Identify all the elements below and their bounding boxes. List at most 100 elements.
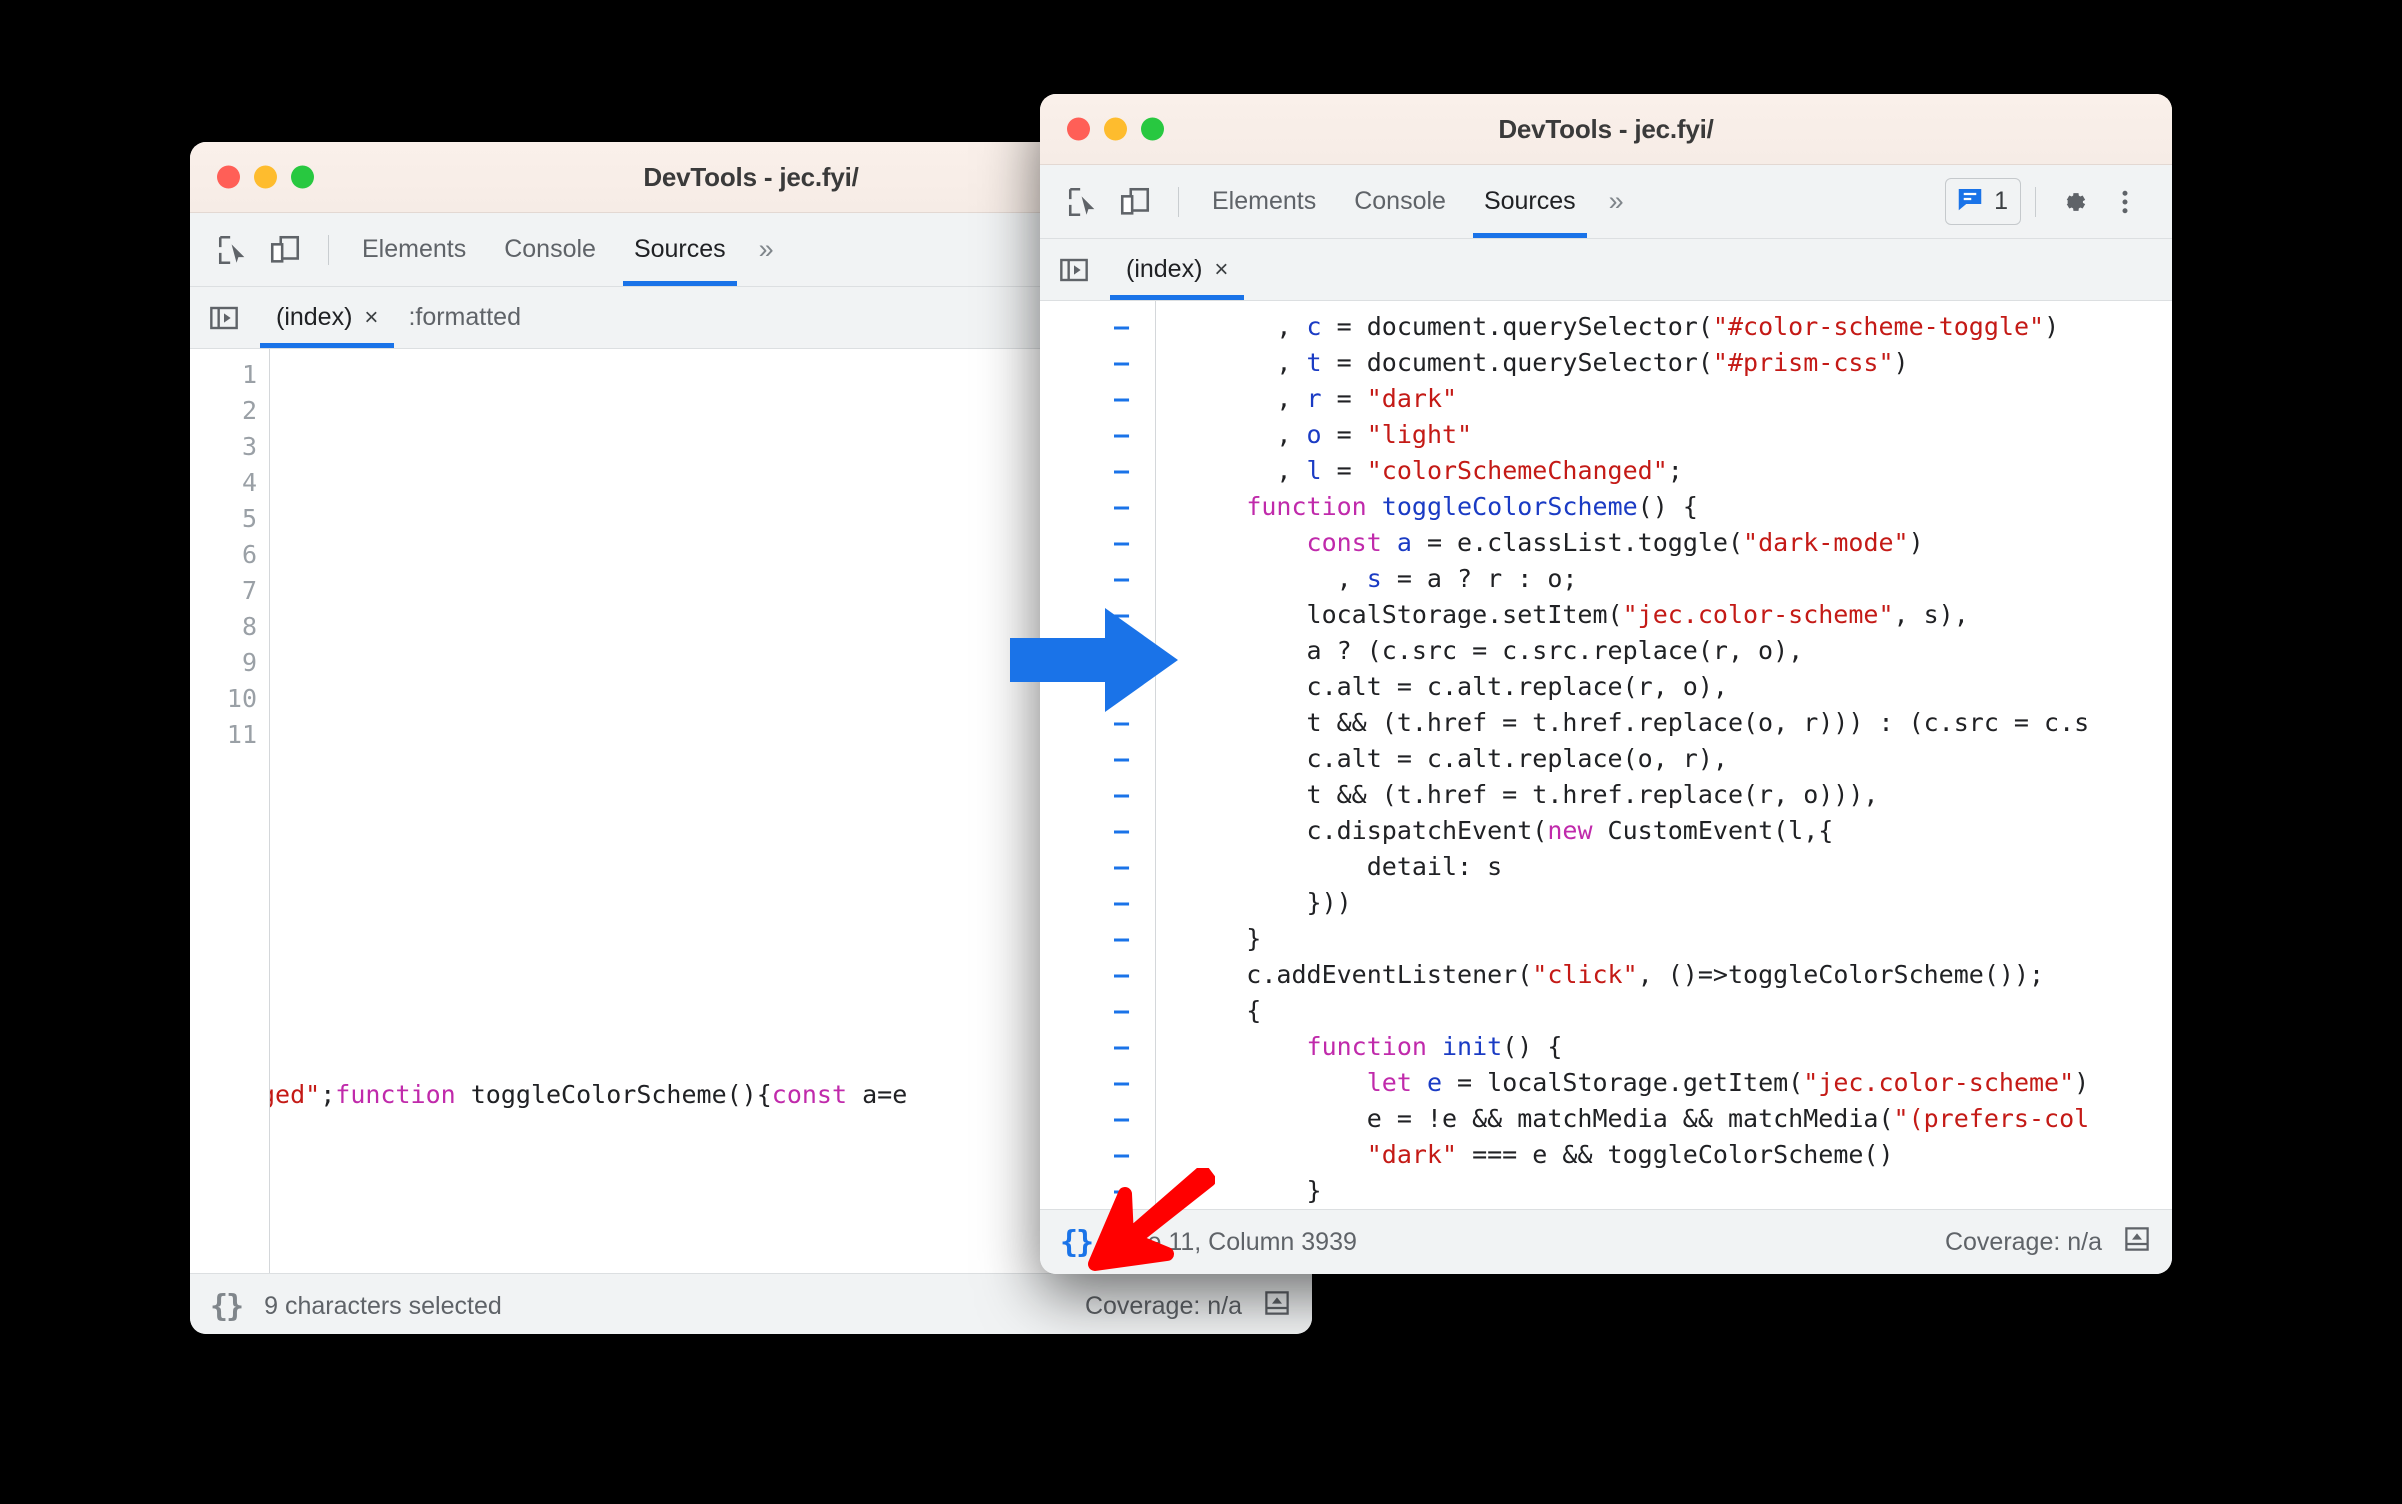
screenshot-stage: DevTools - jec.fyi/ Elements Console Sou… (0, 0, 2402, 1504)
kebab-menu-icon[interactable] (2102, 179, 2148, 225)
more-panels-chevron-icon[interactable]: » (1595, 186, 1638, 217)
tab-console[interactable]: Console (1335, 165, 1465, 238)
pretty-print-button[interactable]: {} (1060, 1225, 1094, 1260)
source-tab-index[interactable]: (index) × (260, 287, 395, 348)
code-line[interactable]: t && (t.href = t.href.replace(o, r))) : … (1156, 705, 2172, 741)
code-line[interactable]: a ? (c.src = c.src.replace(r, o), (1156, 633, 2172, 669)
code-line[interactable]: const a = e.classList.toggle("dark-mode"… (1156, 525, 2172, 561)
titlebar-front: DevTools - jec.fyi/ (1040, 94, 2172, 165)
source-tab-label: (index) (1126, 255, 1203, 283)
devtools-toolbar-front: Elements Console Sources » 1 (1040, 165, 2172, 239)
gutter-dash-10: – (1113, 672, 1129, 701)
tab-sources[interactable]: Sources (1465, 165, 1595, 238)
traffic-lights-front[interactable] (1067, 117, 1164, 141)
tab-elements[interactable]: Elements (343, 213, 485, 286)
formatted-line-gutter-front: ––––––––––––––––––––––––––– (1040, 301, 1156, 1209)
code-line[interactable]: , t = document.querySelector("#prism-css… (1156, 345, 2172, 381)
panel-tabs-back[interactable]: Elements Console Sources » (343, 213, 788, 286)
cursor-position-text: Line 11, Column 3939 (1114, 1228, 1357, 1256)
minimize-window-button[interactable] (1104, 117, 1127, 141)
gutter-dash-6: – (1113, 528, 1129, 557)
code-line[interactable]: c.alt = c.alt.replace(o, r), (1156, 741, 2172, 777)
gutter-dash-22: – (1113, 1104, 1129, 1133)
gutter-dash-15: – (1113, 852, 1129, 881)
code-line[interactable]: let e = localStorage.getItem("jec.color-… (1156, 1065, 2172, 1101)
gutter-dash-14: – (1113, 816, 1129, 845)
drawer-expand-icon[interactable] (1262, 1288, 1292, 1325)
gutter-dash-9: – (1113, 636, 1129, 665)
tab-sources[interactable]: Sources (615, 213, 745, 286)
gear-icon[interactable] (2050, 179, 2096, 225)
console-message-count: 1 (1994, 187, 2008, 215)
statusbar-front: {} Line 11, Column 3939 Coverage: n/a (1040, 1209, 2172, 1274)
device-toolbar-icon[interactable] (262, 227, 308, 273)
console-message-icon (1955, 184, 1985, 219)
devtools-window-front[interactable]: DevTools - jec.fyi/ Elements Console Sou… (1040, 94, 2172, 1274)
gutter-dash-5: – (1113, 492, 1129, 521)
navigator-panel-icon[interactable] (1058, 239, 1110, 300)
code-line[interactable]: , l = "colorSchemeChanged"; (1156, 453, 2172, 489)
maximize-window-button[interactable] (291, 165, 314, 189)
tab-console[interactable]: Console (485, 213, 615, 286)
code-line[interactable]: } (1156, 921, 2172, 957)
code-line[interactable]: localStorage.setItem("jec.color-scheme",… (1156, 597, 2172, 633)
inspect-cursor-icon[interactable] (1060, 179, 1106, 225)
code-line[interactable]: c.addEventListener("click", ()=>toggleCo… (1156, 957, 2172, 993)
gutter-dash-16: – (1113, 888, 1129, 917)
maximize-window-button[interactable] (1141, 117, 1164, 141)
toolbar-divider (1178, 186, 1179, 217)
code-line[interactable]: , c = document.querySelector("#color-sch… (1156, 309, 2172, 345)
editor-front[interactable]: ––––––––––––––––––––––––––– , c = docume… (1040, 301, 2172, 1209)
coverage-label: Coverage: n/a (1944, 1228, 2102, 1256)
device-toolbar-icon[interactable] (1112, 179, 1158, 225)
close-window-button[interactable] (217, 165, 240, 189)
source-tab-formatted[interactable]: :formatted (394, 287, 535, 348)
close-icon[interactable]: × (1214, 257, 1228, 282)
console-message-badge[interactable]: 1 (1945, 178, 2021, 225)
code-line[interactable]: detail: s (1156, 849, 2172, 885)
code-line[interactable]: c.alt = c.alt.replace(r, o), (1156, 669, 2172, 705)
source-tab-label: (index) (276, 303, 353, 331)
close-window-button[interactable] (1067, 117, 1090, 141)
gutter-dash-4: – (1113, 456, 1129, 485)
code-line[interactable]: } (1156, 1173, 2172, 1209)
minimize-window-button[interactable] (254, 165, 277, 189)
gutter-dash-20: – (1113, 1032, 1129, 1061)
window-title-front: DevTools - jec.fyi/ (1498, 113, 1714, 144)
gutter-dash-2: – (1113, 384, 1129, 413)
code-line[interactable]: function init() { (1156, 1029, 2172, 1065)
code-content-front[interactable]: , c = document.querySelector("#color-sch… (1156, 301, 2172, 1209)
gutter-dash-19: – (1113, 996, 1129, 1025)
source-tab-index[interactable]: (index) × (1110, 239, 1245, 300)
statusbar-right-back: Coverage: n/a (1085, 1288, 1292, 1325)
more-panels-chevron-icon[interactable]: » (745, 234, 788, 265)
gutter-dash-17: – (1113, 924, 1129, 953)
code-line[interactable]: c.dispatchEvent(new CustomEvent(l,{ (1156, 813, 2172, 849)
panel-tabs-front[interactable]: Elements Console Sources » (1193, 165, 1638, 238)
gutter-dash-8: – (1113, 600, 1129, 629)
code-line[interactable]: , s = a ? r : o; (1156, 561, 2172, 597)
code-line[interactable]: "dark" === e && toggleColorScheme() (1156, 1137, 2172, 1173)
coverage-label: Coverage: n/a (1084, 1292, 1242, 1320)
close-icon[interactable]: × (364, 305, 378, 330)
tab-elements[interactable]: Elements (1193, 165, 1335, 238)
code-line[interactable]: , r = "dark" (1156, 381, 2172, 417)
traffic-lights-back[interactable] (217, 165, 314, 189)
gutter-dash-11: – (1113, 708, 1129, 737)
selection-status-text: 9 characters selected (264, 1292, 502, 1320)
gutter-dash-23: – (1113, 1140, 1129, 1169)
gutter-dash-21: – (1113, 1068, 1129, 1097)
gutter-dash-24: – (1113, 1176, 1129, 1205)
code-line[interactable]: t && (t.href = t.href.replace(r, o))), (1156, 777, 2172, 813)
code-line[interactable]: , o = "light" (1156, 417, 2172, 453)
line-number-gutter-back: 1 2 3 4 5 6 7 8 9 10 11 (190, 349, 270, 1273)
code-line[interactable]: })) (1156, 885, 2172, 921)
navigator-panel-icon[interactable] (208, 287, 260, 348)
code-line[interactable]: { (1156, 993, 2172, 1029)
inspect-cursor-icon[interactable] (210, 227, 256, 273)
pretty-print-button[interactable]: {} (210, 1289, 244, 1324)
gutter-dash-12: – (1113, 744, 1129, 773)
drawer-expand-icon[interactable] (2122, 1224, 2152, 1261)
code-line[interactable]: e = !e && matchMedia && matchMedia("(pre… (1156, 1101, 2172, 1137)
code-line[interactable]: function toggleColorScheme() { (1156, 489, 2172, 525)
